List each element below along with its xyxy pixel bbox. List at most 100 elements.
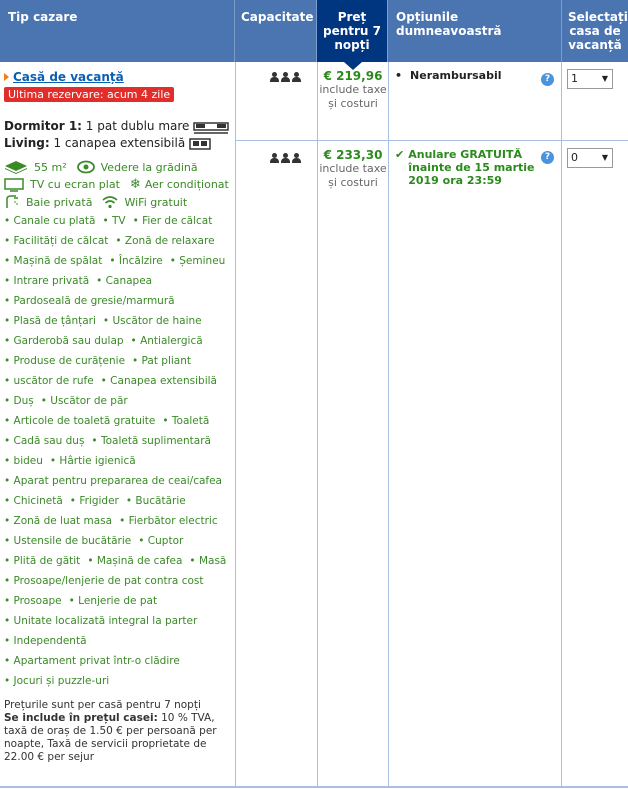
amenity-row: • Cadă sau duș • Toaletă suplimentară bbox=[4, 431, 232, 451]
tv-icon bbox=[4, 177, 24, 192]
property-title-row: Casă de vacanță bbox=[4, 70, 232, 84]
amenity-row: • Aparat pentru prepararea de ceai/cafea bbox=[4, 471, 232, 491]
amenity-item: • Chicinetă bbox=[4, 495, 63, 507]
living-label: Living: bbox=[4, 136, 50, 150]
amenity-row: • Jocuri și puzzle-uri bbox=[4, 671, 232, 691]
free-cancellation-text: Anulare GRATUITĂ înainte de 15 martie 20… bbox=[408, 148, 535, 187]
header-price-label: Preț pentru 7 nopți bbox=[323, 10, 381, 52]
garden-view: Vedere la grădină bbox=[100, 160, 198, 174]
person-icon bbox=[270, 72, 279, 82]
room-quantity-select[interactable]: 1 ▼ bbox=[567, 69, 613, 89]
option-free-cancellation: ✔ Anulare GRATUITĂ înainte de 15 martie … bbox=[395, 148, 545, 187]
amenity-item: • Toaletă bbox=[162, 415, 210, 427]
room-quantity-select[interactable]: 0 ▼ bbox=[567, 148, 613, 168]
free-wifi: WiFi gratuit bbox=[124, 195, 188, 209]
amenity-row: • Plită de gătit • Mașină de cafea • Masă bbox=[4, 551, 232, 571]
person-icon bbox=[292, 153, 301, 163]
sofa-bed-icon bbox=[189, 137, 211, 150]
dropdown-arrow-icon: ▼ bbox=[601, 153, 608, 162]
amenity-item: • Duș bbox=[4, 395, 34, 407]
help-icon[interactable]: ? bbox=[541, 151, 554, 164]
amenity-row: • Duș • Uscător de păr bbox=[4, 391, 232, 411]
amenity-item: • Produse de curățenie bbox=[4, 355, 126, 367]
amenity-item: • Jocuri și puzzle-uri bbox=[4, 675, 110, 687]
amenity-row: • Facilități de călcat • Zonă de relaxare bbox=[4, 231, 232, 251]
amenity-row: • Ustensile de bucătărie • Cuptor bbox=[4, 531, 232, 551]
amenity-item: • Frigider bbox=[69, 495, 119, 507]
person-icon bbox=[270, 153, 279, 163]
header-price: Preț pentru 7 nopți bbox=[317, 0, 388, 70]
amenity-item: • Pardoseală de gresie/marmură bbox=[4, 295, 175, 307]
price-amount: € 233,30 bbox=[323, 148, 383, 162]
amenity-item: • Cadă sau duș bbox=[4, 435, 85, 447]
amenity-item: • Articole de toaletă gratuite bbox=[4, 415, 156, 427]
amenity-row: • Intrare privată • Canapea bbox=[4, 271, 232, 291]
private-bathroom: Baie privată bbox=[26, 195, 93, 209]
amenity-item: • Hârtie igienică bbox=[49, 455, 136, 467]
amenity-item: • Intrare privată bbox=[4, 275, 90, 287]
person-icon bbox=[281, 153, 290, 163]
bedroom-label: Dormitor 1: bbox=[4, 119, 82, 133]
double-bed-icon bbox=[193, 121, 230, 134]
amenity-item: • Pat pliant bbox=[132, 355, 192, 367]
price-includes: include taxe și costuri bbox=[319, 83, 387, 110]
amenity-row: • Chicinetă • Frigider • Bucătărie bbox=[4, 491, 232, 511]
air-conditioning: Aer condiționat bbox=[144, 178, 229, 191]
amenity-item: • Bucătărie bbox=[125, 495, 186, 507]
amenity-item: • Facilități de călcat bbox=[4, 235, 109, 247]
amenity-item: • bideu bbox=[4, 455, 43, 467]
divider bbox=[388, 62, 389, 786]
bed-info: Dormitor 1: 1 pat dublu mare Living: 1 c… bbox=[4, 118, 232, 152]
amenity-item: • uscător de rufe bbox=[4, 375, 94, 387]
amenity-item: • Uscător de haine bbox=[102, 315, 202, 327]
amenity-item: • TV bbox=[102, 215, 126, 227]
amenity-item: • Canapea bbox=[96, 275, 153, 287]
amenity-item: • Apartament privat într-o clădire bbox=[4, 655, 180, 667]
price-includes: include taxe și costuri bbox=[319, 162, 387, 189]
triangle-right-icon bbox=[4, 73, 9, 81]
price-amount: € 219,96 bbox=[323, 69, 383, 83]
amenity-item: • Fierbător electric bbox=[119, 515, 218, 527]
amenity-item: • Independentă bbox=[4, 635, 87, 647]
select-value: 1 bbox=[571, 72, 578, 85]
price-note: Prețurile sunt per casă pentru 7 nopți S… bbox=[4, 699, 232, 764]
amenity-item: • Toaletă suplimentară bbox=[91, 435, 211, 447]
amenity-item: • Plasă de țânțari bbox=[4, 315, 96, 327]
capacity-3-people-icon bbox=[270, 72, 301, 82]
eye-icon bbox=[76, 160, 95, 174]
amenity-row: • Produse de curățenie • Pat pliant bbox=[4, 351, 232, 371]
amenity-item: • Canapea extensibilă bbox=[100, 375, 217, 387]
amenities-list: • Canale cu plată • TV • Fier de călcat • F… bbox=[4, 211, 232, 691]
amenity-item: • Prosoape/lenjerie de pat contra cost bbox=[4, 575, 204, 587]
dropdown-arrow-icon: ▼ bbox=[601, 74, 608, 83]
help-icon[interactable]: ? bbox=[541, 73, 554, 86]
capacity-3-people-icon bbox=[270, 153, 301, 163]
amenity-row: • Apartament privat într-o clădire bbox=[4, 651, 232, 671]
flat-screen-tv: TV cu ecran plat bbox=[30, 178, 120, 191]
property-title-link[interactable]: Casă de vacanță bbox=[13, 70, 124, 84]
header-options: Opțiunile dumneavoastră bbox=[388, 0, 562, 62]
price-note-bold: Se include în prețul casei: bbox=[4, 712, 158, 724]
amenity-item: • Cuptor bbox=[138, 535, 184, 547]
select-value: 0 bbox=[571, 151, 578, 164]
amenity-item: • Mașină de spălat bbox=[4, 255, 103, 267]
amenity-item: • Garderobă sau dulap bbox=[4, 335, 124, 347]
amenity-item: • Fier de călcat bbox=[132, 215, 213, 227]
amenity-row: • Prosoape/lenjerie de pat contra cost bbox=[4, 571, 232, 591]
snowflake-icon: ❄ bbox=[129, 177, 141, 192]
header-select: Selectați casa de vacanță bbox=[568, 10, 628, 52]
checkmark-icon: ✔ bbox=[395, 148, 405, 161]
person-icon bbox=[292, 72, 301, 82]
last-booking-badge: Ultima rezervare: acum 4 zile bbox=[4, 87, 175, 102]
amenity-row: • Zonă de luat masa • Fierbător electric bbox=[4, 511, 232, 531]
header-type: Tip cazare bbox=[0, 0, 235, 62]
amenity-row: • Plasă de țânțari • Uscător de haine bbox=[4, 311, 232, 331]
amenity-item: • Ustensile de bucătărie bbox=[4, 535, 132, 547]
amenity-item: • Șemineu bbox=[169, 255, 226, 267]
amenity-row: • Independentă bbox=[4, 631, 232, 651]
amenity-item: • Masă bbox=[189, 555, 227, 567]
room-size: 55 m² bbox=[34, 160, 67, 174]
facility-row: TV cu ecran plat ❄ Aer condiționat bbox=[4, 177, 232, 192]
amenity-row: • Unitate localizată integral la parter bbox=[4, 611, 232, 631]
bedroom-value: 1 pat dublu mare bbox=[85, 119, 190, 133]
